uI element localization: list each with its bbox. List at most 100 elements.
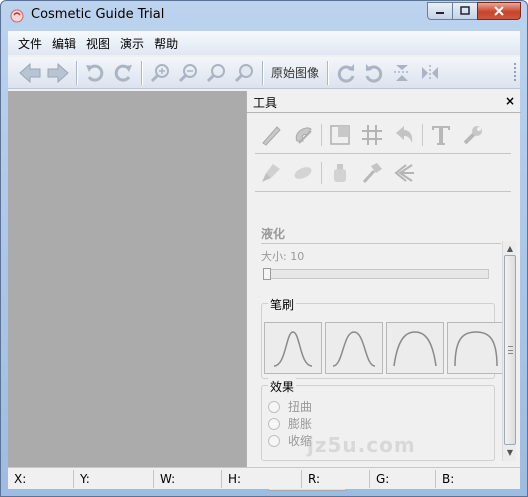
image-canvas[interactable] [8, 91, 248, 467]
menu-help[interactable]: 帮助 [150, 32, 182, 55]
eraser-tool[interactable] [287, 121, 319, 149]
bottle-icon [334, 164, 346, 182]
zoom-actual-icon [234, 63, 253, 82]
status-y: Y: [74, 469, 154, 488]
tool-row-1 [255, 121, 489, 149]
back-arrows-icon [394, 164, 414, 182]
pencil-icon [262, 126, 281, 146]
tool-separator [321, 162, 322, 184]
flip-horizontal-button[interactable] [416, 60, 444, 86]
toolbar-separator [262, 60, 263, 85]
text-tool[interactable] [425, 121, 457, 149]
back-button[interactable] [16, 60, 44, 86]
redo-button[interactable] [109, 60, 137, 86]
undo-icon [86, 64, 104, 82]
status-r: R: [302, 469, 370, 488]
status-b: B: [442, 471, 455, 486]
zoom-out-icon [178, 63, 197, 82]
main-toolbar: 原始图像 [8, 57, 520, 89]
tool-row-divider [255, 191, 511, 192]
redo-icon [114, 64, 132, 82]
effect-option-twist[interactable]: 扭曲 [268, 398, 312, 415]
brush-option-medium[interactable] [325, 322, 383, 374]
menu-edit[interactable]: 编辑 [48, 32, 80, 55]
close-button[interactable] [477, 2, 521, 20]
tool-row-divider [255, 153, 511, 154]
zoom-fit-button[interactable] [202, 60, 230, 86]
brush-group: 笔刷 [261, 296, 505, 379]
grid-tool[interactable] [356, 121, 388, 149]
scrollbar-grip-icon [508, 346, 513, 354]
tools-panel: 工具 × 液化 大小: 10 笔刷 效果 扭曲 膨胀 收缩 ▲ ▼ [246, 91, 521, 491]
radio-button[interactable] [268, 417, 280, 430]
brush-tool[interactable] [255, 159, 287, 187]
crop-tool[interactable] [324, 121, 356, 149]
scrollbar-thumb[interactable] [504, 255, 516, 445]
bell-curve-wide-icon [393, 331, 437, 367]
blush-icon [294, 167, 312, 179]
window-title: Cosmetic Guide Trial [31, 7, 165, 22]
brush-option-narrow[interactable] [264, 322, 322, 374]
minimize-button[interactable] [427, 2, 453, 20]
blush-tool[interactable] [287, 159, 319, 187]
zoom-fit-icon [206, 63, 225, 82]
bell-curve-medium-icon [332, 331, 376, 367]
minimize-icon [436, 12, 444, 14]
rotate-ccw-button[interactable] [360, 60, 388, 86]
flip-horizontal-icon [422, 64, 439, 81]
original-image-button[interactable]: 原始图像 [267, 64, 323, 81]
close-icon [494, 6, 504, 16]
pencil-tool[interactable] [255, 121, 287, 149]
menu-file[interactable]: 文件 [14, 32, 46, 55]
radio-button[interactable] [268, 400, 280, 413]
grid-icon [362, 125, 382, 145]
hammer-tool[interactable] [356, 159, 388, 187]
zoom-in-icon [150, 63, 169, 82]
bottle-tool[interactable] [324, 159, 356, 187]
menu-bar: 文件 编辑 视图 演示 帮助 [8, 31, 520, 55]
zoom-out-button[interactable] [174, 60, 202, 86]
effect-group-label: 效果 [268, 378, 297, 395]
effect-option-shrink[interactable]: 收缩 [268, 432, 312, 449]
scroll-down-arrow[interactable]: ▼ [505, 447, 515, 457]
effect-option-label: 膨胀 [288, 417, 313, 431]
app-window: Cosmetic Guide Trial 文件 编辑 视图 演示 帮助 原始图像… [0, 0, 528, 497]
forward-button[interactable] [44, 60, 72, 86]
wrench-icon [463, 126, 482, 145]
tool-separator [321, 124, 322, 146]
title-bar[interactable]: Cosmetic Guide Trial [1, 1, 527, 29]
status-x: X: [8, 469, 74, 488]
tools-panel-title: 工具 [253, 96, 278, 110]
rotate-cw-button[interactable] [332, 60, 360, 86]
text-icon [432, 126, 450, 145]
brush-option-widest[interactable] [447, 322, 505, 374]
brush-icon [262, 164, 280, 182]
panel-scrollbar[interactable]: ▲ ▼ [502, 241, 516, 461]
toolbar-grip[interactable] [514, 63, 518, 81]
tool-separator [422, 124, 423, 146]
zoom-in-button[interactable] [146, 60, 174, 86]
scroll-up-arrow[interactable]: ▲ [505, 243, 515, 253]
undo-tool[interactable] [388, 121, 420, 149]
arrow-left-icon [19, 62, 41, 83]
tools-panel-close-button[interactable]: × [505, 94, 515, 108]
menu-view[interactable]: 视图 [82, 32, 114, 55]
bell-curve-widest-icon [454, 331, 498, 367]
brush-option-wide[interactable] [386, 322, 444, 374]
undo-button[interactable] [81, 60, 109, 86]
client-area: 文件 编辑 视图 演示 帮助 原始图像 工具 × 液化 大小: 10 笔刷 效果… [8, 31, 521, 491]
toolbar-separator [76, 60, 77, 85]
flip-vertical-button[interactable] [388, 60, 416, 86]
maximize-button[interactable] [452, 2, 478, 20]
zoom-actual-button[interactable] [230, 60, 258, 86]
size-slider-thumb[interactable] [263, 268, 271, 280]
radio-button[interactable] [268, 434, 280, 447]
status-w: W: [154, 469, 222, 488]
effect-option-bulge[interactable]: 膨胀 [268, 415, 312, 432]
back-arrows-tool[interactable] [388, 159, 420, 187]
tool-row-2 [255, 159, 420, 187]
size-slider[interactable] [263, 268, 489, 280]
menu-demo[interactable]: 演示 [116, 32, 148, 55]
brush-group-label: 笔刷 [268, 296, 297, 313]
settings-tool[interactable] [457, 121, 489, 149]
